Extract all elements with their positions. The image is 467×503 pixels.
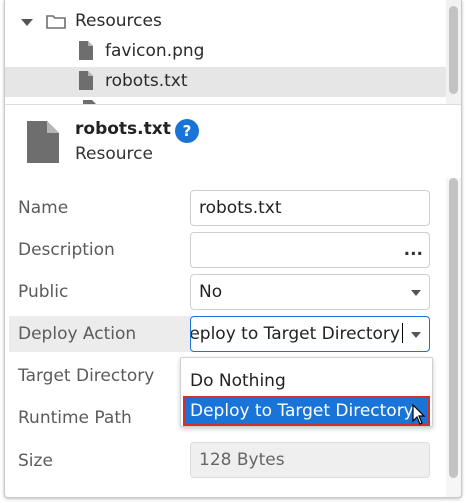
resource-tree: Resources favicon.png robots.txt (5, 0, 446, 104)
target-directory-label: Target Directory (18, 366, 155, 386)
mouse-pointer-icon (412, 404, 426, 425)
description-field[interactable]: ... (190, 232, 430, 268)
public-select[interactable]: No (190, 274, 430, 310)
deploy-action-select[interactable]: eploy to Target Directory (190, 316, 430, 352)
properties-scrollbar[interactable] (446, 178, 461, 497)
resource-type: Resource (75, 144, 153, 164)
chevron-down-icon[interactable] (411, 332, 421, 338)
deploy-action-value-wrap: eploy to Target Directory (190, 317, 403, 351)
file-icon (27, 121, 59, 163)
dropdown-option-deploy-to-target-directory[interactable]: Deploy to Target Directory (183, 396, 430, 426)
deploy-action-label: Deploy Action (18, 324, 137, 344)
deploy-action-value: eploy to Target Directory (190, 324, 400, 344)
tree-item-label: Resources (75, 11, 162, 31)
properties-scrollbar-thumb[interactable] (449, 178, 458, 478)
folder-icon (46, 15, 66, 29)
description-label: Description (18, 240, 115, 260)
tree-item-resources[interactable]: Resources (5, 7, 446, 37)
size-value: 128 Bytes (199, 450, 285, 470)
tree-scrollbar-thumb[interactable] (449, 6, 458, 94)
expand-chevron-icon[interactable] (21, 19, 33, 26)
panel-divider (5, 104, 461, 105)
tree-item-label: favicon.png (105, 41, 205, 61)
chevron-down-icon[interactable] (411, 290, 421, 296)
dropdown-option-do-nothing[interactable]: Do Nothing (183, 366, 430, 396)
size-label: Size (18, 451, 53, 471)
public-label: Public (18, 282, 69, 302)
tree-item-label: robots.txt (105, 71, 188, 91)
help-icon[interactable]: ? (175, 119, 199, 143)
properties-panel: Resources favicon.png robots.txt robots.… (4, 0, 462, 498)
size-field: 128 Bytes (190, 442, 430, 478)
tree-item-favicon[interactable]: favicon.png (5, 37, 446, 67)
runtime-path-label: Runtime Path (18, 408, 132, 428)
file-icon (79, 71, 93, 90)
tree-item-robots[interactable]: robots.txt (5, 67, 446, 97)
name-field[interactable]: robots.txt (190, 190, 430, 226)
deploy-action-dropdown: Do Nothing Deploy to Target Directory (180, 357, 433, 427)
name-value: robots.txt (199, 198, 282, 218)
name-label: Name (18, 198, 69, 218)
ellipsis-button[interactable]: ... (404, 233, 423, 267)
public-value: No (199, 282, 223, 302)
file-icon (79, 41, 93, 60)
text-cursor (402, 323, 403, 343)
resource-title: robots.txt (75, 119, 171, 139)
tree-scrollbar[interactable] (446, 0, 461, 104)
